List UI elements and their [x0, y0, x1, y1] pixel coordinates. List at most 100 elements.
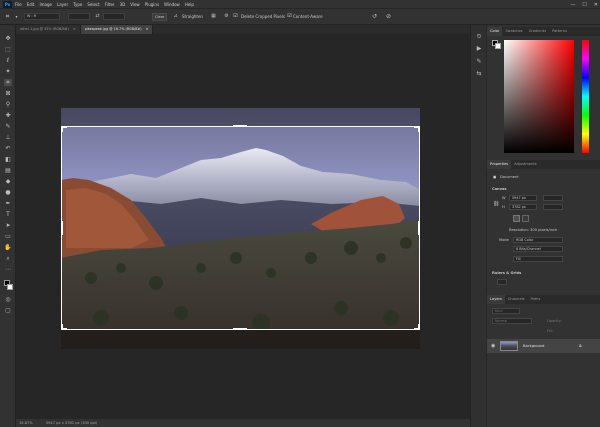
marquee-tool-icon[interactable]: ⬚: [4, 46, 12, 53]
mode-select[interactable]: RGB Color: [513, 237, 563, 243]
crop-width-input[interactable]: [68, 13, 90, 20]
layer-row-background[interactable]: ◉ Background 🔒︎: [487, 339, 600, 353]
tab-gradients[interactable]: Gradients: [526, 27, 550, 36]
clone-stamp-tool-icon[interactable]: ⊥: [4, 134, 12, 141]
menu-layer[interactable]: Layer: [57, 2, 68, 7]
landscape-orientation-button[interactable]: [522, 215, 529, 222]
zoom-level[interactable]: 16.67%: [19, 421, 33, 425]
chevron-down-icon[interactable]: ▾: [13, 13, 20, 20]
gradient-tool-icon[interactable]: ▤: [4, 167, 12, 174]
portrait-orientation-button[interactable]: [513, 215, 520, 222]
crop-handle-top[interactable]: [233, 125, 247, 127]
menu-view[interactable]: View: [130, 2, 140, 7]
menu-3d[interactable]: 3D: [120, 2, 126, 7]
delete-cropped-pixels-label[interactable]: Delete Cropped Pixels: [241, 14, 285, 19]
straighten-icon[interactable]: ⊿: [172, 13, 179, 20]
more-tools-icon[interactable]: ⋯: [4, 266, 12, 273]
fill-select[interactable]: Fill: [513, 256, 563, 262]
type-tool-icon[interactable]: T: [4, 211, 12, 218]
background-color-swatch[interactable]: [495, 43, 501, 49]
canvas-header[interactable]: Canvas: [492, 187, 507, 191]
zoom-tool-icon[interactable]: ⌕: [4, 255, 12, 262]
blur-tool-icon[interactable]: ◆: [4, 178, 12, 185]
photoshop-logo-icon[interactable]: Ps: [3, 0, 12, 8]
layer-kind-filter[interactable]: Kind: [492, 308, 520, 314]
cancel-crop-icon[interactable]: ⊘: [385, 13, 392, 20]
crop-box[interactable]: [61, 126, 420, 330]
tab-swatches[interactable]: Swatches: [502, 27, 525, 36]
clear-button[interactable]: Clear: [152, 13, 168, 21]
crop-tool-icon[interactable]: ⌗: [4, 13, 11, 20]
crop-tool-icon[interactable]: ⌗: [4, 79, 12, 86]
crop-handle-bottom-right[interactable]: [414, 324, 420, 330]
menu-filter[interactable]: Filter: [105, 2, 115, 7]
move-tool-icon[interactable]: ✥: [4, 35, 12, 42]
content-aware-label[interactable]: Content-Aware: [293, 14, 323, 19]
reset-icon[interactable]: ↺: [371, 13, 378, 20]
canvas-width-input[interactable]: 5947 px: [509, 195, 537, 201]
menu-select[interactable]: Select: [87, 2, 99, 7]
crop-handle-bottom[interactable]: [233, 328, 247, 330]
document-canvas-image[interactable]: [61, 108, 420, 349]
color-picker-field[interactable]: [504, 40, 574, 153]
crop-handle-top-right[interactable]: [414, 126, 420, 132]
menu-image[interactable]: Image: [39, 2, 52, 7]
eraser-tool-icon[interactable]: ◧: [4, 156, 12, 163]
menu-file[interactable]: File: [15, 2, 22, 7]
menu-plugins[interactable]: Plugins: [145, 2, 159, 7]
menu-type[interactable]: Type: [73, 2, 82, 7]
crop-handle-bottom-left[interactable]: [61, 324, 67, 330]
layer-name[interactable]: Background: [523, 344, 544, 348]
path-selection-tool-icon[interactable]: ➤: [4, 222, 12, 229]
crop-handle-left[interactable]: [61, 221, 63, 235]
frame-tool-icon[interactable]: ⊠: [4, 90, 12, 97]
tab-patterns[interactable]: Patterns: [549, 27, 570, 36]
lasso-tool-icon[interactable]: ℓ: [4, 57, 12, 64]
swap-panel-icon[interactable]: ⇆: [475, 70, 483, 77]
blend-mode-select[interactable]: Normal: [492, 318, 532, 324]
crop-handle-right[interactable]: [418, 221, 420, 235]
hand-tool-icon[interactable]: ✋: [4, 244, 12, 251]
magic-wand-tool-icon[interactable]: ✦: [4, 68, 12, 75]
tab-pikespeak[interactable]: pikespeak.jpg @ 16.7% (RGB/8#) ×: [80, 25, 154, 34]
crop-handle-top-left[interactable]: [61, 126, 67, 132]
brush-tool-icon[interactable]: ✎: [4, 123, 12, 130]
tab-channels[interactable]: Channels: [505, 295, 528, 304]
shape-tool-icon[interactable]: ▭: [4, 233, 12, 240]
tab-properties[interactable]: Properties: [487, 160, 512, 169]
brush-settings-icon[interactable]: ✎: [475, 58, 483, 65]
settings-gear-icon[interactable]: ⚙: [223, 13, 230, 20]
document-info[interactable]: 5947 px x 3782 px (300 ppi): [46, 421, 97, 425]
maximize-button[interactable]: ☐: [582, 2, 586, 8]
menu-window[interactable]: Window: [164, 2, 180, 7]
background-color-swatch[interactable]: [7, 284, 13, 290]
pen-tool-icon[interactable]: ✒: [4, 200, 12, 207]
tab-layers[interactable]: Layers: [487, 295, 505, 304]
tab-paths[interactable]: Paths: [528, 295, 544, 304]
healing-brush-tool-icon[interactable]: ✚: [4, 112, 12, 119]
overlay-grid-icon[interactable]: ▦: [210, 13, 217, 20]
close-icon[interactable]: ×: [73, 25, 76, 34]
bit-depth-select[interactable]: 8 Bits/Channel: [513, 246, 563, 252]
tab-adjustments[interactable]: Adjustments: [511, 160, 540, 169]
hue-slider[interactable]: [582, 40, 589, 153]
minimize-button[interactable]: —: [570, 2, 575, 8]
swap-icon[interactable]: ⇄: [94, 13, 101, 20]
menu-edit[interactable]: Edit: [27, 2, 35, 7]
canvas-x-input[interactable]: [543, 195, 563, 201]
crop-height-input[interactable]: [103, 13, 125, 20]
history-brush-tool-icon[interactable]: ↶: [4, 145, 12, 152]
crop-ratio-select[interactable]: W : H: [24, 13, 60, 20]
menu-help[interactable]: Help: [185, 2, 194, 7]
tab-color[interactable]: Color: [487, 27, 503, 36]
close-button[interactable]: ✕: [594, 2, 598, 8]
checkbox-checked-icon[interactable]: ☑: [286, 13, 293, 20]
history-panel-icon[interactable]: ⏲: [475, 33, 483, 40]
actions-panel-icon[interactable]: ▶: [475, 45, 483, 52]
eyedropper-tool-icon[interactable]: ⚲: [4, 101, 12, 108]
close-icon[interactable]: ×: [146, 25, 149, 34]
canvas-height-input[interactable]: 3782 px: [509, 204, 537, 210]
dodge-tool-icon[interactable]: ●: [4, 189, 12, 196]
checkbox-checked-icon[interactable]: ☑: [232, 13, 239, 20]
link-icon[interactable]: ⛓: [493, 201, 499, 207]
